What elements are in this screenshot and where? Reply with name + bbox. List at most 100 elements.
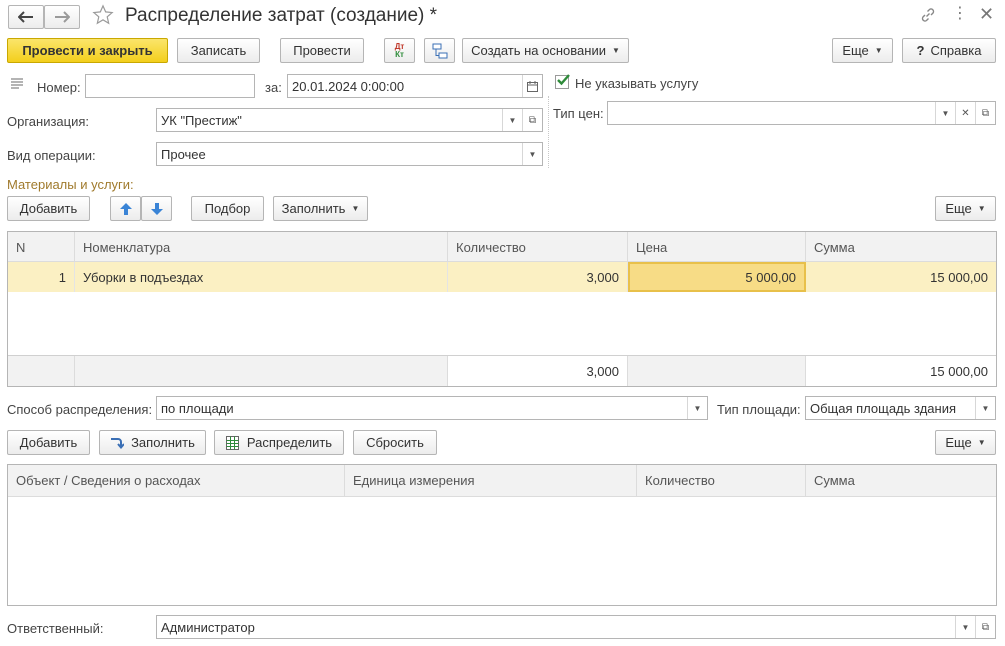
materials-more-label: Еще [945,201,972,216]
no-service-checkbox[interactable] [555,74,570,89]
operation-field[interactable]: Прочее ▼ [156,142,543,166]
more-vertical-icon[interactable]: ⋮ [952,6,968,22]
comment-icon[interactable] [10,78,24,93]
chevron-down-icon[interactable]: ▼ [935,102,955,124]
forward-button[interactable] [44,5,80,29]
chevron-down-icon[interactable]: ▼ [955,616,975,638]
open-icon[interactable]: ⧉ [975,102,995,124]
expenses-table[interactable]: Объект / Сведения о расходах Единица изм… [7,464,997,606]
arrow-right-icon [55,11,70,23]
totals-empty [75,356,448,386]
chevron-down-icon[interactable]: ▼ [502,109,522,131]
column-header-n[interactable]: N [8,232,75,262]
help-button[interactable]: ? Справка [902,38,996,63]
structure-button[interactable] [424,38,455,63]
materials-section-title: Материалы и услуги: [7,177,134,192]
move-down-button[interactable] [141,196,172,221]
chevron-down-icon[interactable]: ▼ [522,143,542,165]
favorite-star-icon[interactable] [92,4,114,29]
area-type-value: Общая площадь здания [810,400,957,416]
distribution-add-button[interactable]: Добавить [7,430,90,455]
checkmark-icon [557,74,570,86]
price-type-field[interactable]: ▼ ✕ ⧉ [607,101,996,125]
distribute-button[interactable]: Распределить [214,430,344,455]
open-icon[interactable]: ⧉ [975,616,995,638]
post-button[interactable]: Провести [280,38,364,63]
create-based-on-button[interactable]: Создать на основании ▼ [462,38,629,63]
pick-label: Подбор [204,201,251,216]
distribution-fill-button[interactable]: Заполнить [99,430,206,455]
distribution-more-button[interactable]: Еще ▼ [935,430,996,455]
reset-button[interactable]: Сбросить [353,430,437,455]
date-field[interactable]: 20.01.2024 0:00:00 [287,74,543,98]
distribution-more-label: Еще [945,435,972,450]
total-sum: 15 000,00 [806,356,996,386]
totals-row: 3,000 15 000,00 [8,355,996,386]
save-label: Записать [190,43,247,58]
post-and-close-label: Провести и закрыть [22,43,153,58]
post-label: Провести [293,43,351,58]
column-divider [548,96,549,168]
distribution-add-label: Добавить [19,435,78,450]
hierarchy-icon [432,43,447,58]
column-header-sum[interactable]: Сумма [806,232,996,262]
number-field[interactable] [85,74,255,98]
back-button[interactable] [8,5,44,29]
price-type-label: Тип цен: [553,106,604,121]
chevron-down-icon[interactable]: ▼ [687,397,707,419]
responsible-label: Ответственный: [7,621,104,636]
column-header-nomenclature[interactable]: Номенклатура [75,232,448,262]
clear-icon[interactable]: ✕ [955,102,975,124]
row-price[interactable]: 5 000,00 [628,262,806,292]
date-value: 20.01.2024 0:00:00 [292,78,405,94]
column-header-unit[interactable]: Единица измерения [345,465,637,497]
materials-add-button[interactable]: Добавить [7,196,90,221]
save-button[interactable]: Записать [177,38,260,63]
dt-kt-button[interactable]: Дт Кт [384,38,415,63]
total-quantity: 3,000 [448,356,628,386]
column-header-quantity[interactable]: Количество [637,465,806,497]
column-header-object[interactable]: Объект / Сведения о расходах [8,465,345,497]
row-quantity[interactable]: 3,000 [448,262,628,292]
row-sum[interactable]: 15 000,00 [806,262,996,292]
window-title: Распределение затрат (создание) * [125,5,438,26]
more-label: Еще [842,43,869,58]
arrow-left-icon [18,11,33,23]
dt-kt-icon: Дт Кт [394,41,405,59]
link-icon[interactable] [920,7,936,26]
table-row[interactable]: 1 Уборки в подъездах 3,000 5 000,00 15 0… [8,262,996,292]
spreadsheet-icon [225,435,239,450]
pick-button[interactable]: Подбор [191,196,264,221]
row-nomenclature[interactable]: Уборки в подъездах [75,262,448,292]
responsible-value: Администратор [161,619,255,635]
operation-label: Вид операции: [7,148,96,163]
post-and-close-button[interactable]: Провести и закрыть [7,38,168,63]
totals-empty [8,356,75,386]
reset-label: Сбросить [366,435,424,450]
materials-more-button[interactable]: Еще ▼ [935,196,996,221]
column-header-quantity[interactable]: Количество [448,232,628,262]
chevron-down-icon: ▼ [977,204,986,213]
arrow-down-icon [150,202,163,215]
more-button[interactable]: Еще ▼ [832,38,893,63]
column-header-price[interactable]: Цена [628,232,806,262]
org-label: Организация: [7,114,90,129]
organization-field[interactable]: УК "Престиж" ▼ ⧉ [156,108,543,132]
calendar-icon[interactable] [522,75,542,97]
distribution-method-field[interactable]: по площади ▼ [156,396,708,420]
chevron-down-icon[interactable]: ▼ [975,397,995,419]
distribution-fill-label: Заполнить [131,435,195,450]
fill-arrow-icon [111,437,125,449]
move-up-button[interactable] [110,196,141,221]
column-header-sum[interactable]: Сумма [806,465,996,497]
arrow-up-icon [119,202,132,215]
close-icon[interactable]: ✕ [979,4,994,25]
materials-table[interactable]: N Номенклатура Количество Цена Сумма 1 У… [7,231,997,387]
responsible-field[interactable]: Администратор ▼ ⧉ [156,615,996,639]
number-label: Номер: [37,80,81,95]
open-icon[interactable]: ⧉ [522,109,542,131]
area-type-field[interactable]: Общая площадь здания ▼ [805,396,996,420]
help-icon: ? [916,43,925,58]
materials-fill-button[interactable]: Заполнить ▼ [273,196,368,221]
no-service-label[interactable]: Не указывать услугу [575,76,698,91]
